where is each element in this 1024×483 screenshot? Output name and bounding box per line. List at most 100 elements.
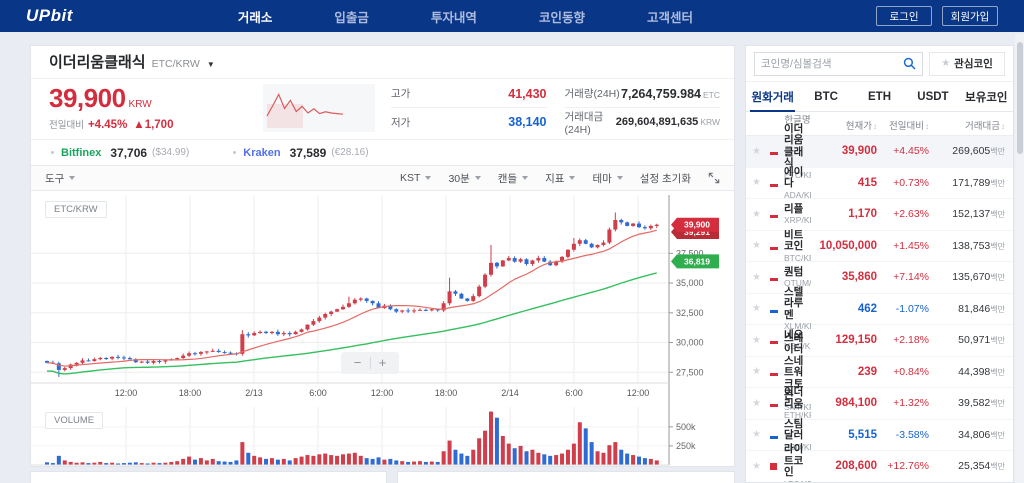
coin-row-XLM/KRW[interactable]: ★스텔라루멘XLM/KRW462-1.07%81,846백만 [746, 294, 1013, 326]
coin-change: +2.63% [877, 208, 929, 220]
star-icon[interactable]: ★ [752, 146, 770, 157]
price-block: 39,900KRW 전일대비+4.45%▲1,700 [49, 83, 179, 131]
coin-dropdown-icon[interactable]: ▼ [207, 60, 215, 69]
svg-text:32,500: 32,500 [676, 308, 704, 318]
bullet-icon [233, 151, 236, 154]
search-box [754, 52, 923, 76]
volume-value: 7,264,759.984 [621, 87, 701, 101]
star-icon[interactable]: ★ [752, 209, 770, 220]
coin-amount: 39,582백만 [929, 397, 1005, 409]
trades-panel-peek [397, 471, 735, 483]
change-row: 전일대비+4.45%▲1,700 [49, 117, 179, 131]
chevron-down-icon [425, 176, 431, 180]
exchange-compare-row: Bitfinex37,706($34.99)Kraken37,589(€28.1… [31, 139, 734, 165]
change-marker-icon [770, 184, 778, 187]
svg-text:36,819: 36,819 [684, 256, 710, 266]
volume-chip: VOLUME [45, 412, 103, 429]
zoom-in-button[interactable]: + [371, 352, 395, 374]
search-icon[interactable] [903, 57, 916, 70]
market-tab-원화거래[interactable]: 원화거래 [746, 82, 799, 111]
market-tab-보유코인[interactable]: 보유코인 [960, 82, 1013, 111]
coin-row-SNT/KRW[interactable]: ★스테이터스네트워크토큰SNT/KRW239+0.84%44,398백만 [746, 357, 1013, 389]
coin-amount: 171,789백만 [929, 177, 1005, 189]
star-icon[interactable]: ★ [752, 177, 770, 188]
toolbar-item-30분[interactable]: 30분 [448, 171, 480, 186]
coin-row-XRP/KRW[interactable]: ★리플XRP/KRW1,170+2.63%152,137백만 [746, 199, 1013, 231]
currency-label: KRW [129, 99, 152, 110]
coin-price: 239 [811, 366, 877, 378]
coin-row-LTC/KRW[interactable]: ★라이트코인LTC/KRW208,600+12.76%25,354백만 [746, 451, 1013, 483]
current-price: 39,900 [49, 83, 126, 113]
change-marker-icon [770, 247, 778, 250]
column-header-거래대금[interactable]: 거래대금↕ [929, 118, 1005, 132]
candlestick-chart[interactable]: 12:0018:002/136:0012:0018:002/146:0012:0… [31, 191, 734, 466]
coin-change: +0.84% [877, 366, 929, 378]
orderbook-panel-peek [30, 471, 387, 483]
sparkline-chart [263, 84, 375, 132]
toolbar-item-KST[interactable]: KST [400, 172, 431, 184]
nav-item-고객센터[interactable]: 고객센터 [647, 7, 693, 26]
chevron-down-icon [569, 176, 575, 180]
nav-item-거래소[interactable]: 거래소 [238, 7, 273, 26]
star-icon[interactable]: ★ [752, 240, 770, 251]
coin-amount: 135,670백만 [929, 271, 1005, 283]
star-icon[interactable]: ★ [752, 303, 770, 314]
star-icon[interactable]: ★ [752, 272, 770, 283]
chevron-down-icon [617, 176, 623, 180]
star-icon[interactable]: ★ [752, 335, 770, 346]
star-icon[interactable]: ★ [752, 398, 770, 409]
toolbar-item-캔들[interactable]: 캔들 [498, 171, 528, 186]
coin-change: +7.14% [877, 271, 929, 283]
scrollbar-thumb[interactable] [1017, 42, 1023, 154]
coin-row-ETH/KRW[interactable]: ★이더리움ETH/KRW984,100+1.32%39,582백만 [746, 388, 1013, 420]
reset-settings-button[interactable]: 설정 초기화 [640, 171, 691, 186]
coin-pair: ADA/KRW [784, 190, 811, 200]
coin-name: 리플 [784, 203, 803, 215]
zoom-out-button[interactable]: − [346, 352, 370, 374]
coin-title: 이더리움클래식 [49, 54, 146, 71]
coin-row-ADA/KRW[interactable]: ★에이다ADA/KRW415+0.73%171,789백만 [746, 168, 1013, 200]
login-button[interactable]: 로그인 [876, 6, 932, 26]
change-marker-icon [770, 341, 778, 344]
favorites-button[interactable]: ★ 관심코인 [929, 52, 1005, 76]
fullscreen-icon[interactable] [708, 172, 720, 184]
coin-row-BTC/KRW[interactable]: ★비트코인BTC/KRW10,050,000+1.45%138,753백만 [746, 231, 1013, 263]
signup-button[interactable]: 회원가입 [942, 6, 998, 26]
market-tab-USDT[interactable]: USDT [906, 82, 959, 111]
market-tab-BTC[interactable]: BTC [799, 82, 852, 111]
coin-change: -1.07% [877, 303, 929, 315]
nav-item-코인동향[interactable]: 코인동향 [539, 7, 585, 26]
svg-text:500k: 500k [676, 422, 696, 432]
main-nav: 거래소 입출금 투자내역 코인동향 고객센터 [238, 7, 693, 26]
upbit-logo[interactable]: UPbit [26, 6, 73, 26]
change-label: 전일대비 [49, 120, 84, 131]
top-navbar: UPbit 거래소 입출금 투자내역 코인동향 고객센터 로그인 회원가입 [0, 0, 1024, 32]
nav-item-입출금[interactable]: 입출금 [334, 7, 369, 26]
toolbar-item-테마[interactable]: 테마 [592, 171, 622, 186]
search-input[interactable] [761, 58, 903, 70]
coin-name: 퀀텀 [784, 266, 803, 278]
coin-amount: 34,806백만 [929, 429, 1005, 441]
toolbar-item-지표[interactable]: 지표 [545, 171, 575, 186]
svg-text:18:00: 18:00 [435, 388, 458, 398]
change-marker-icon [770, 404, 778, 407]
star-icon[interactable]: ★ [752, 429, 770, 440]
price-summary: 39,900KRW 전일대비+4.45%▲1,700 고가 41,430 거래량… [31, 79, 734, 139]
star-icon[interactable]: ★ [752, 461, 770, 472]
market-tab-ETH[interactable]: ETH [853, 82, 906, 111]
column-header-현재가[interactable]: 현재가↕ [811, 118, 877, 132]
column-header-전일대비[interactable]: 전일대비↕ [877, 118, 929, 132]
coin-row-ETC/KRW[interactable]: ★이더리움클래식ETC/KRW39,900+4.45%269,605백만 [746, 136, 1013, 168]
star-icon[interactable]: ★ [752, 366, 770, 377]
coin-list: ★이더리움클래식ETC/KRW39,900+4.45%269,605백만★에이다… [746, 136, 1013, 483]
coin-change: +4.45% [877, 145, 929, 157]
coin-amount: 44,398백만 [929, 366, 1005, 378]
coin-price: 984,100 [811, 397, 877, 409]
coin-amount: 25,354백만 [929, 460, 1005, 472]
amount-value: 269,604,891,635 [616, 116, 699, 128]
chart-pair-chip: ETC/KRW [45, 201, 107, 218]
tools-menu[interactable]: 도구 [45, 171, 75, 186]
stat-high: 고가 41,430 [391, 80, 547, 108]
nav-item-투자내역[interactable]: 투자내역 [431, 7, 477, 26]
coin-name: 이더리움클래식 [784, 123, 803, 170]
